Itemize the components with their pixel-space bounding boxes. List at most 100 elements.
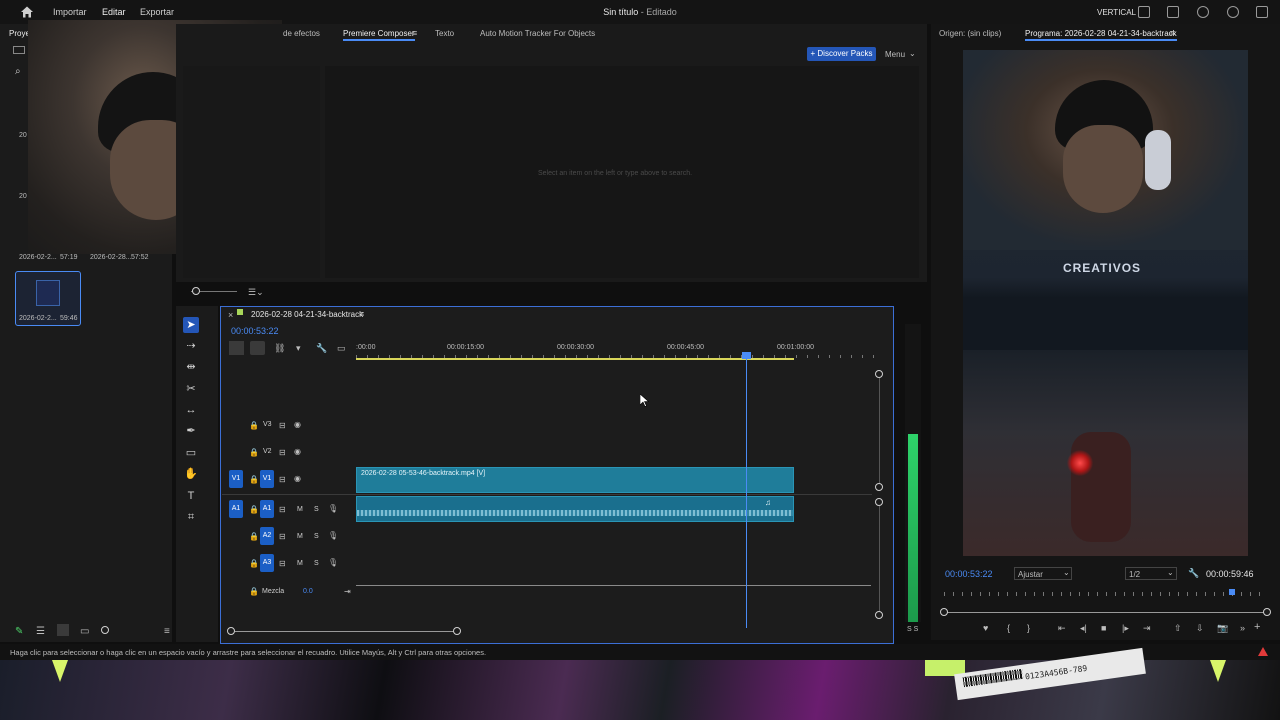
- zoom-slider-handle[interactable]: [101, 626, 109, 634]
- sync-v1-icon[interactable]: ⊟: [279, 475, 286, 484]
- mark-out-icon[interactable]: }: [1027, 623, 1030, 633]
- fullscreen-icon[interactable]: [1256, 6, 1268, 18]
- video-clip[interactable]: 2026-02-28 05-53-46-backtrack.mp4 [V]: [356, 467, 794, 493]
- lock-v3-icon[interactable]: 🔒: [249, 421, 259, 430]
- razor-tool-icon[interactable]: ✂: [183, 381, 199, 397]
- panel-menu-icon[interactable]: ≡: [164, 626, 170, 637]
- export-frame-icon[interactable]: 📷: [1217, 623, 1228, 634]
- lock-v2-icon[interactable]: 🔒: [249, 448, 259, 457]
- progress-icon[interactable]: [1197, 6, 1209, 18]
- extract-icon[interactable]: ⇩: [1196, 623, 1204, 634]
- rectangle-tool-icon[interactable]: ▭: [183, 445, 199, 461]
- hscroll-bar[interactable]: [235, 631, 457, 632]
- solo-a3-button[interactable]: S: [314, 560, 319, 567]
- clip-name-3[interactable]: 2026-02-2...: [19, 315, 57, 322]
- tab-project[interactable]: Proye: [9, 29, 30, 38]
- folder-icon[interactable]: [13, 46, 25, 54]
- sequence-menu-icon[interactable]: ≡: [359, 309, 364, 319]
- track-a1-button[interactable]: A1: [260, 500, 274, 518]
- program-scrub-left-handle[interactable]: [940, 608, 948, 616]
- go-to-in-icon[interactable]: ⇤: [1058, 623, 1066, 634]
- vscroll-top-handle[interactable]: [875, 370, 883, 378]
- tab-effects[interactable]: de efectos: [283, 29, 320, 38]
- mic-a3-icon[interactable]: 🎙: [328, 558, 338, 567]
- search-icon[interactable]: ⌕: [15, 66, 21, 77]
- sequence-tab[interactable]: 2026-02-28 04-21-34-backtrack: [251, 310, 363, 319]
- workspace-layout[interactable]: VERTICAL: [1097, 8, 1136, 17]
- tab-menu-icon[interactable]: ≡: [412, 28, 417, 38]
- pen-tool-icon[interactable]: ✒: [183, 423, 199, 439]
- clip-name-2[interactable]: 2026-02-28...: [90, 254, 132, 261]
- sync-v2-icon[interactable]: ⊟: [279, 448, 286, 457]
- program-ruler[interactable]: [944, 592, 1268, 596]
- timeline-timecode[interactable]: 00:00:53:22: [231, 326, 279, 336]
- vscroll-video-track[interactable]: [879, 378, 880, 483]
- program-scrub-bar[interactable]: [944, 612, 1268, 613]
- list-view-icon[interactable]: ☰: [36, 626, 45, 637]
- mute-a2-button[interactable]: M: [297, 533, 303, 540]
- settings-wrench-icon[interactable]: 🔧: [1188, 568, 1199, 579]
- vscroll-audio-track[interactable]: [879, 506, 880, 611]
- hand-tool-icon[interactable]: ✋: [183, 466, 199, 482]
- stop-icon[interactable]: ■: [1101, 623, 1106, 633]
- solo-a2-button[interactable]: S: [314, 533, 319, 540]
- playhead[interactable]: [746, 352, 747, 628]
- mic-a2-icon[interactable]: 🎙: [328, 531, 338, 540]
- sync-a1-icon[interactable]: ⊟: [279, 505, 286, 514]
- video-audio-divider[interactable]: [222, 494, 872, 495]
- fit-chevron-icon[interactable]: ⌄: [1063, 568, 1070, 577]
- solo-a1-button[interactable]: S: [314, 506, 319, 513]
- step-back-icon[interactable]: ◂|: [1080, 623, 1087, 634]
- audio-clip[interactable]: ♫: [356, 496, 794, 522]
- vscroll-video-bottom-handle[interactable]: [875, 483, 883, 491]
- clip-name-1[interactable]: 2026-02-2...: [19, 254, 57, 261]
- icon-view-icon[interactable]: [57, 624, 69, 636]
- eye-v1-icon[interactable]: ◉: [294, 474, 301, 483]
- add-marker-icon[interactable]: ▾: [296, 343, 301, 354]
- go-to-out-icon[interactable]: ⇥: [1143, 623, 1151, 634]
- program-playhead[interactable]: [1229, 589, 1235, 595]
- freeform-view-icon[interactable]: ▭: [80, 626, 89, 637]
- warning-icon[interactable]: [1258, 647, 1268, 656]
- program-timecode[interactable]: 00:00:53:22: [945, 569, 993, 579]
- eye-v2-icon[interactable]: ◉: [294, 447, 301, 456]
- track-select-tool-icon[interactable]: ⇢: [183, 338, 199, 354]
- program-video[interactable]: [963, 50, 1248, 556]
- button-editor-icon[interactable]: +: [1254, 621, 1260, 633]
- chevron-down-icon[interactable]: ⌄: [909, 49, 916, 58]
- caption-tool-icon[interactable]: ⌗: [183, 509, 199, 525]
- track-a3-button[interactable]: A3: [260, 554, 274, 572]
- composer-zoom-handle[interactable]: [192, 287, 200, 295]
- type-tool-icon[interactable]: T: [183, 488, 199, 504]
- tab-source[interactable]: Origen: (sin clips): [939, 29, 1001, 38]
- lock-a2-icon[interactable]: 🔒: [249, 532, 259, 541]
- slip-tool-icon[interactable]: ↔: [183, 402, 199, 418]
- lock-a3-icon[interactable]: 🔒: [249, 559, 259, 568]
- lock-a1-icon[interactable]: 🔒: [249, 505, 259, 514]
- vscroll-audio-top-handle[interactable]: [875, 498, 883, 506]
- add-marker-button-icon[interactable]: ♥: [983, 623, 988, 633]
- lock-v1-icon[interactable]: 🔒: [249, 475, 259, 484]
- program-scrub-right-handle[interactable]: [1263, 608, 1271, 616]
- composer-menu-button[interactable]: Menu: [885, 50, 905, 59]
- program-menu-icon[interactable]: ≡: [1170, 28, 1175, 38]
- source-v1-button[interactable]: V1: [229, 470, 243, 488]
- captions-icon[interactable]: ▭: [337, 343, 346, 354]
- lock-mix-icon[interactable]: 🔒: [249, 587, 259, 596]
- linked-selection-icon[interactable]: ⛓: [274, 343, 285, 354]
- share-icon[interactable]: [1167, 6, 1179, 18]
- source-a1-button[interactable]: A1: [229, 500, 243, 518]
- track-a2-button[interactable]: A2: [260, 527, 274, 545]
- selection-tool-icon[interactable]: ➤: [183, 317, 199, 333]
- zoom-icon[interactable]: [1227, 6, 1239, 18]
- vscroll-bottom-handle[interactable]: [875, 611, 883, 619]
- sync-a3-icon[interactable]: ⊟: [279, 559, 286, 568]
- nest-toggle-icon[interactable]: [229, 341, 244, 355]
- sync-v3-icon[interactable]: ⊟: [279, 421, 286, 430]
- discover-packs-button[interactable]: + Discover Packs: [807, 47, 876, 61]
- lift-icon[interactable]: ⇧: [1174, 623, 1182, 634]
- hscroll-right-handle[interactable]: [453, 627, 461, 635]
- sync-a2-icon[interactable]: ⊟: [279, 532, 286, 541]
- tab-program[interactable]: Programa: 2026-02-28 04-21-34-backtrack: [1025, 29, 1177, 41]
- snap-icon[interactable]: [250, 341, 265, 355]
